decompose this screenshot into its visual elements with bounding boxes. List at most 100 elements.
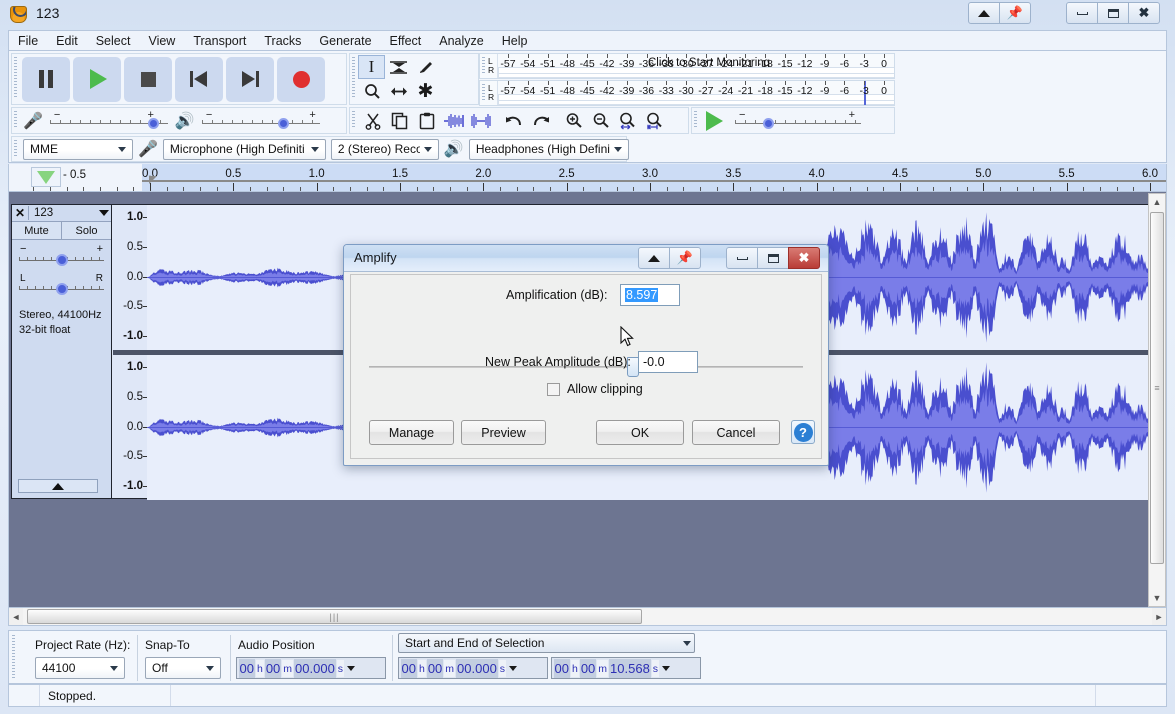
envelope-tool[interactable] <box>385 55 412 79</box>
gain-slider-thumb[interactable] <box>55 254 68 266</box>
ok-button[interactable]: OK <box>596 420 684 445</box>
vertical-scrollbar[interactable]: ▲ ≡ ▼ <box>1148 193 1166 607</box>
zoom-tool[interactable] <box>358 79 385 103</box>
scroll-right-arrow[interactable]: ► <box>1152 608 1166 625</box>
fit-project-button[interactable] <box>641 108 668 133</box>
dialog-minimize-button[interactable] <box>726 247 758 269</box>
slider-thumb[interactable] <box>763 117 774 129</box>
minimize-button[interactable] <box>1066 2 1098 24</box>
menu-transport[interactable]: Transport <box>184 32 255 50</box>
pin-button[interactable]: 📌 <box>999 2 1031 24</box>
time-dropdown-icon[interactable] <box>346 665 355 671</box>
dialog-collapse-button[interactable] <box>638 247 670 269</box>
project-rate-combo[interactable]: 44100 <box>35 657 125 679</box>
pause-button[interactable] <box>22 56 70 102</box>
track-collapse-button[interactable] <box>18 479 98 493</box>
redo-button[interactable] <box>527 108 554 133</box>
toolbar-grip[interactable] <box>12 108 19 133</box>
audio-position-time[interactable]: 00 h 00 m 00.000 s <box>236 657 386 679</box>
pan-slider-thumb[interactable] <box>55 283 68 295</box>
menu-tracks[interactable]: Tracks <box>255 32 310 50</box>
cancel-button[interactable]: Cancel <box>692 420 780 445</box>
close-button[interactable]: ✖ <box>1128 2 1160 24</box>
dialog-pin-button[interactable]: 📌 <box>669 247 701 269</box>
draw-tool[interactable] <box>412 55 439 79</box>
play-meter-toolbar[interactable]: L R -57 -54 -51 -48 -45 -42 -39 -36 -33 -30 -27 -24… <box>479 80 895 106</box>
record-meter-scale[interactable]: Click to Start Monitoring -57 -54 -51 -48 -4… <box>498 54 894 78</box>
dialog-maximize-button[interactable] <box>757 247 789 269</box>
toolbar-grip[interactable] <box>350 54 357 104</box>
recording-volume-slider[interactable]: − + <box>48 109 170 133</box>
toolbar-grip[interactable] <box>480 81 487 105</box>
vertical-scroll-thumb[interactable]: ≡ <box>1150 212 1164 564</box>
horizontal-scrollbar[interactable]: ◄ ||| ► <box>8 607 1167 626</box>
slider-thumb[interactable] <box>277 117 289 129</box>
horizontal-scroll-thumb[interactable]: ||| <box>27 609 642 624</box>
track-close-button[interactable]: ✕ <box>12 206 29 220</box>
manage-button[interactable]: Manage <box>369 420 454 445</box>
skip-to-end-button[interactable] <box>226 56 274 102</box>
stop-button[interactable] <box>124 56 172 102</box>
collapse-toolbars-button[interactable] <box>968 2 1000 24</box>
allow-clipping-row[interactable]: Allow clipping <box>547 382 643 396</box>
play-meter-scale[interactable]: -57 -54 -51 -48 -45 -42 -39 -36 -33 -30 -27 -24 -21-… <box>498 81 894 105</box>
recording-channels-combo[interactable]: 2 (Stereo) Recor <box>330 138 439 160</box>
time-dropdown-icon[interactable] <box>661 665 670 671</box>
menu-effect[interactable]: Effect <box>381 32 431 50</box>
playback-speed-slider[interactable]: − + <box>733 109 863 133</box>
slider-thumb[interactable] <box>147 117 159 129</box>
scroll-down-arrow[interactable]: ▼ <box>1149 590 1165 606</box>
undo-button[interactable] <box>500 108 527 133</box>
scroll-left-arrow[interactable]: ◄ <box>9 608 23 625</box>
pan-slider[interactable]: L R <box>17 272 106 298</box>
trim-audio-button[interactable] <box>440 108 467 133</box>
vertical-scroll-track[interactable]: ≡ <box>1149 210 1165 590</box>
toolbar-grip[interactable] <box>12 137 19 161</box>
dialog-close-button[interactable]: ✖ <box>788 247 820 269</box>
snap-to-combo[interactable]: Off <box>145 657 221 679</box>
help-button[interactable]: ? <box>791 420 815 444</box>
gain-slider[interactable]: − + <box>17 243 106 269</box>
play-button[interactable] <box>73 56 121 102</box>
toolbar-grip[interactable] <box>10 632 17 684</box>
selection-tool[interactable]: I <box>358 55 385 79</box>
solo-button[interactable]: Solo <box>62 222 111 239</box>
recording-device-combo[interactable]: Microphone (High Definiti <box>162 138 326 160</box>
toolbar-grip[interactable] <box>12 54 19 104</box>
selection-mode-combo[interactable]: Start and End of Selection <box>398 633 695 653</box>
timeshift-tool[interactable] <box>385 79 412 103</box>
allow-clipping-checkbox[interactable] <box>547 382 560 396</box>
menu-help[interactable]: Help <box>493 32 537 50</box>
toolbar-grip[interactable] <box>350 108 357 133</box>
new-peak-input[interactable]: -0.0 <box>638 351 698 373</box>
menu-edit[interactable]: Edit <box>47 32 87 50</box>
mute-button[interactable]: Mute <box>12 222 62 239</box>
play-at-speed-button[interactable] <box>703 110 723 131</box>
playback-device-combo[interactable]: Headphones (High Definiti <box>468 138 629 160</box>
menu-file[interactable]: File <box>9 32 47 50</box>
zoom-in-button[interactable] <box>560 108 587 133</box>
horizontal-scroll-track[interactable]: ||| <box>23 608 1152 625</box>
record-button[interactable] <box>277 56 325 102</box>
copy-button[interactable] <box>386 108 413 133</box>
audio-host-combo[interactable]: MME <box>23 138 133 160</box>
multi-tool[interactable]: ✱ <box>412 79 439 103</box>
cut-button[interactable] <box>359 108 386 133</box>
zoom-out-button[interactable] <box>587 108 614 133</box>
skip-to-start-button[interactable] <box>175 56 223 102</box>
selection-start-time[interactable]: 00 h 00 m 00.000 s <box>398 657 548 679</box>
toolbar-grip[interactable] <box>692 108 699 133</box>
playback-volume-slider[interactable]: − + <box>200 109 322 133</box>
scroll-up-arrow[interactable]: ▲ <box>1149 194 1165 210</box>
menu-generate[interactable]: Generate <box>310 32 380 50</box>
silence-audio-button[interactable] <box>467 108 494 133</box>
amplification-input[interactable]: 8.597 <box>620 284 680 306</box>
menu-select[interactable]: Select <box>87 32 140 50</box>
menu-view[interactable]: View <box>139 32 184 50</box>
maximize-button[interactable] <box>1097 2 1129 24</box>
menu-analyze[interactable]: Analyze <box>430 32 492 50</box>
fit-selection-button[interactable] <box>614 108 641 133</box>
selection-end-time[interactable]: 00 h 00 m 10.568 s <box>551 657 701 679</box>
paste-button[interactable] <box>413 108 440 133</box>
time-dropdown-icon[interactable] <box>508 665 517 671</box>
